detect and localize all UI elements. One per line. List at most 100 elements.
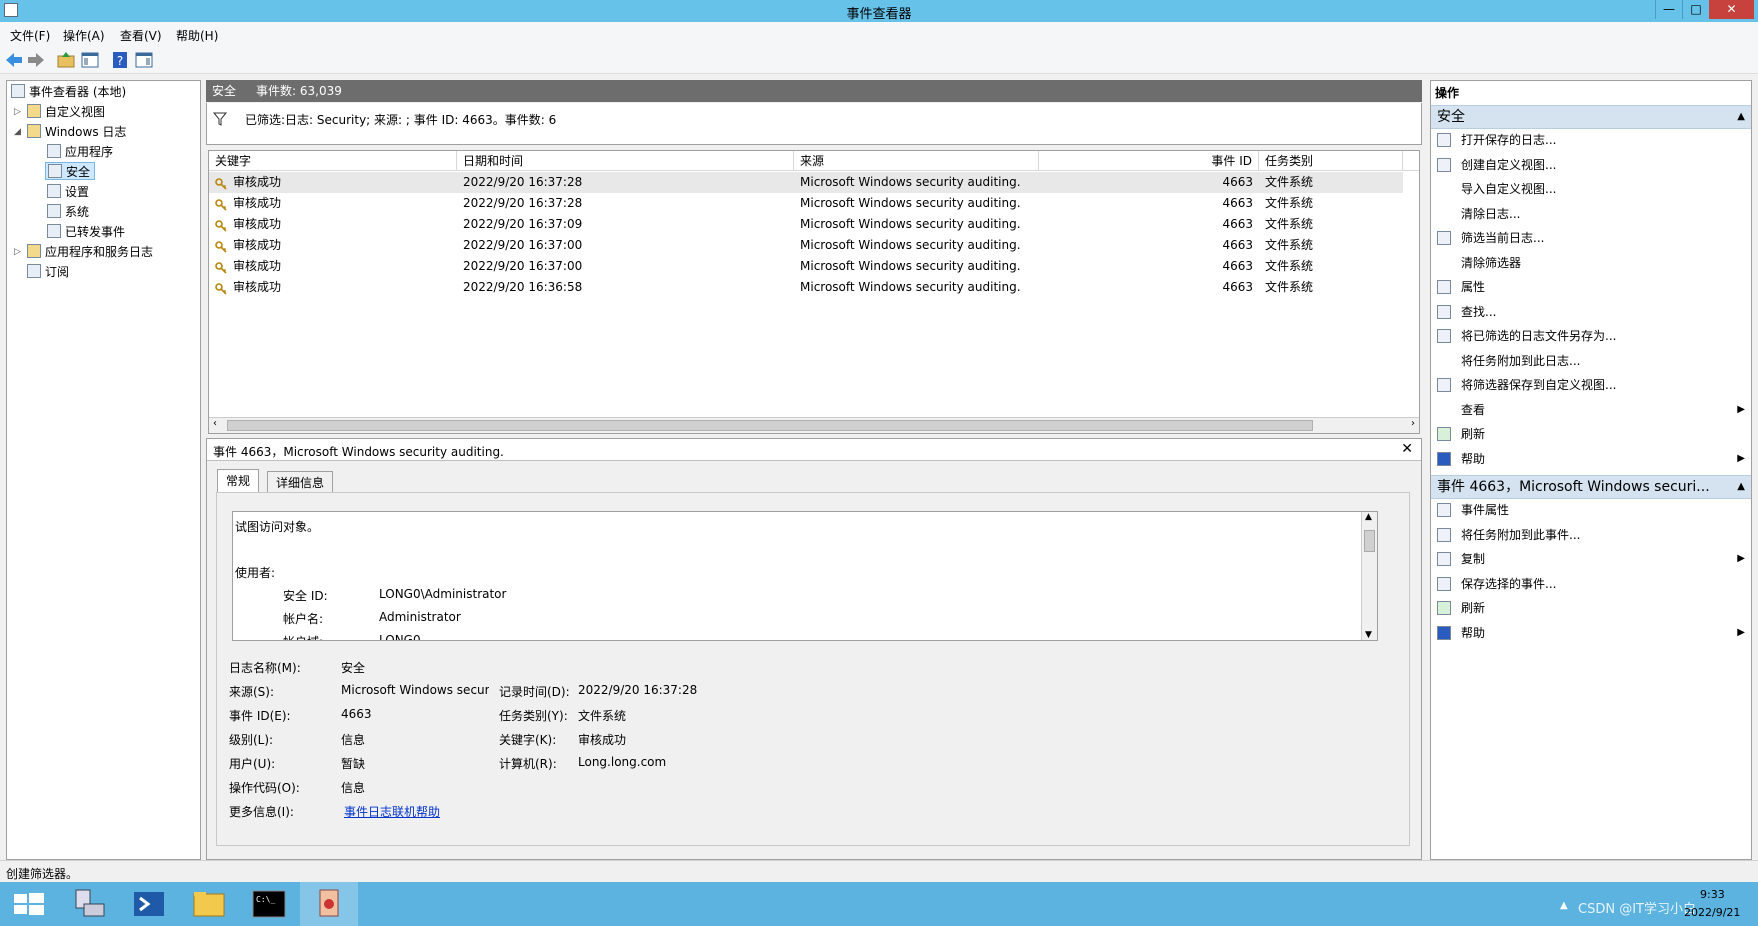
scroll-up-icon[interactable]: ▲: [1365, 512, 1372, 522]
tree-item-custom-views[interactable]: 自定义视图: [27, 103, 105, 121]
server-manager-icon[interactable]: [60, 882, 118, 926]
column-header-source[interactable]: 来源: [794, 151, 1039, 171]
column-header-event-id[interactable]: 事件 ID: [1039, 151, 1259, 171]
tab-general[interactable]: 常规: [217, 469, 260, 493]
show-action-pane-icon[interactable]: [134, 50, 154, 70]
tree-item-application[interactable]: 应用程序: [47, 143, 113, 161]
action-item[interactable]: 将任务附加到此日志...: [1431, 350, 1751, 372]
expand-arrow-icon[interactable]: ▷: [14, 247, 21, 257]
cell-keyword: 审核成功: [233, 238, 282, 252]
start-button-windows-icon[interactable]: [0, 882, 58, 926]
tree-item-app-service-logs[interactable]: 应用程序和服务日志: [27, 243, 153, 261]
expand-arrow-icon[interactable]: ▷: [14, 107, 21, 117]
maximize-button[interactable]: □: [1682, 0, 1709, 19]
save-icon: [1437, 329, 1451, 343]
action-item[interactable]: 事件属性: [1431, 499, 1751, 521]
field-log-name: 安全: [341, 661, 366, 675]
submenu-arrow-icon: ▶: [1737, 553, 1745, 564]
tree-item-security[interactable]: 安全: [45, 162, 96, 180]
action-item[interactable]: 刷新: [1431, 597, 1751, 619]
collapse-arrow-icon[interactable]: ◢: [14, 127, 21, 137]
action-item[interactable]: 保存选择的事件...: [1431, 573, 1751, 595]
forward-arrow-icon[interactable]: [26, 50, 46, 70]
action-item[interactable]: 打开保存的日志...: [1431, 129, 1751, 151]
action-item[interactable]: 属性: [1431, 276, 1751, 298]
scroll-right-icon[interactable]: ›: [1411, 418, 1415, 429]
tree-item-setup[interactable]: 设置: [47, 183, 89, 201]
action-item[interactable]: 将已筛选的日志文件另存为...: [1431, 325, 1751, 347]
table-row[interactable]: 审核成功 2022/9/20 16:36:58 Microsoft Windows …: [209, 277, 1403, 298]
action-label: 筛选当前日志...: [1461, 231, 1545, 245]
filter-text: 已筛选:日志: Security; 来源: ; 事件 ID: 4663。事件数:…: [245, 113, 557, 127]
scrollbar-thumb[interactable]: [227, 420, 1313, 431]
action-item[interactable]: 查找...: [1431, 301, 1751, 323]
cell-event-id: 4663: [1222, 175, 1253, 189]
menu-help[interactable]: 帮助(H): [176, 27, 218, 44]
event-viewer-icon: [11, 84, 25, 98]
field-label-user: 用户(U):: [229, 757, 276, 771]
command-prompt-icon[interactable]: C:\_: [240, 882, 298, 926]
action-item[interactable]: 查看 ▶: [1431, 399, 1751, 421]
table-row[interactable]: 审核成功 2022/9/20 16:37:00 Microsoft Windows …: [209, 235, 1403, 256]
close-icon[interactable]: ✕: [1401, 441, 1413, 457]
column-header-keyword[interactable]: 关键字: [209, 151, 457, 171]
action-item[interactable]: 导入自定义视图...: [1431, 178, 1751, 200]
window-title: 事件查看器: [846, 7, 912, 22]
table-row[interactable]: 审核成功 2022/9/20 16:37:28 Microsoft Windows …: [209, 172, 1403, 193]
menu-action[interactable]: 操作(A): [63, 27, 105, 44]
refresh-icon: [1437, 601, 1451, 615]
action-label: 清除筛选器: [1461, 255, 1522, 270]
event-log-online-help-link[interactable]: 事件日志联机帮助: [344, 803, 440, 820]
horizontal-scrollbar[interactable]: ‹ ›: [209, 417, 1419, 433]
cell-category: 文件系统: [1265, 259, 1314, 273]
tray-date[interactable]: 2022/9/21: [1684, 906, 1740, 919]
table-row[interactable]: 审核成功 2022/9/20 16:37:00 Microsoft Windows …: [209, 256, 1403, 277]
file-explorer-icon[interactable]: [180, 882, 238, 926]
actions-section-event[interactable]: 事件 4663，Microsoft Windows securi... ▲: [1431, 475, 1751, 499]
close-button[interactable]: ✕: [1709, 0, 1754, 19]
tree-item-system[interactable]: 系统: [47, 203, 89, 221]
action-item[interactable]: 清除日志...: [1431, 203, 1751, 225]
cell-keyword: 审核成功: [233, 175, 282, 189]
collapse-section-icon[interactable]: ▲: [1737, 106, 1745, 128]
scrollbar-thumb[interactable]: [1364, 530, 1375, 552]
folder-icon: [27, 124, 41, 138]
menu-file[interactable]: 文件(F): [10, 27, 50, 44]
back-arrow-icon[interactable]: [4, 50, 24, 70]
table-row[interactable]: 审核成功 2022/9/20 16:37:09 Microsoft Windows …: [209, 214, 1403, 235]
scroll-down-icon[interactable]: ▼: [1365, 630, 1372, 640]
vertical-scrollbar[interactable]: ▲ ▼: [1361, 512, 1377, 640]
tab-details[interactable]: 详细信息: [267, 471, 334, 493]
table-row[interactable]: 审核成功 2022/9/20 16:37:28 Microsoft Windows …: [209, 193, 1403, 214]
tree-root[interactable]: 事件查看器 (本地): [11, 83, 126, 101]
collapse-section-icon[interactable]: ▲: [1737, 476, 1745, 498]
action-item[interactable]: 复制 ▶: [1431, 548, 1751, 570]
cell-event-id: 4663: [1222, 238, 1253, 252]
action-item[interactable]: 刷新: [1431, 423, 1751, 445]
tree-item-forwarded-events[interactable]: 已转发事件: [47, 223, 125, 241]
action-item[interactable]: 将筛选器保存到自定义视图...: [1431, 374, 1751, 396]
scroll-left-icon[interactable]: ‹: [213, 418, 217, 429]
minimize-button[interactable]: —: [1655, 0, 1682, 19]
cell-category: 文件系统: [1265, 175, 1314, 189]
action-item[interactable]: 帮助 ▶: [1431, 622, 1751, 644]
action-item[interactable]: 筛选当前日志...: [1431, 227, 1751, 249]
action-item[interactable]: 清除筛选器: [1431, 252, 1751, 274]
up-folder-icon[interactable]: [56, 50, 76, 70]
tray-arrow-icon[interactable]: ▲: [1560, 900, 1568, 911]
event-description-box[interactable]: 试图访问对象。 使用者: 安全 ID: LONG0\Administrator …: [232, 511, 1378, 641]
action-item[interactable]: 将任务附加到此事件...: [1431, 524, 1751, 546]
column-header-category[interactable]: 任务类别: [1259, 151, 1403, 171]
powershell-icon[interactable]: [120, 882, 178, 926]
menu-view[interactable]: 查看(V): [120, 27, 162, 44]
show-hide-tree-icon[interactable]: [80, 50, 100, 70]
tray-time[interactable]: 9:33: [1700, 888, 1725, 901]
actions-section-security[interactable]: 安全 ▲: [1431, 105, 1751, 129]
action-item[interactable]: 帮助 ▶: [1431, 448, 1751, 470]
action-item[interactable]: 创建自定义视图...: [1431, 154, 1751, 176]
tree-item-windows-logs[interactable]: Windows 日志: [27, 123, 126, 141]
event-viewer-taskbar-button[interactable]: [300, 882, 358, 926]
tree-item-subscriptions[interactable]: 订阅: [27, 263, 69, 281]
column-header-datetime[interactable]: 日期和时间: [457, 151, 794, 171]
help-icon[interactable]: ?: [110, 50, 130, 70]
